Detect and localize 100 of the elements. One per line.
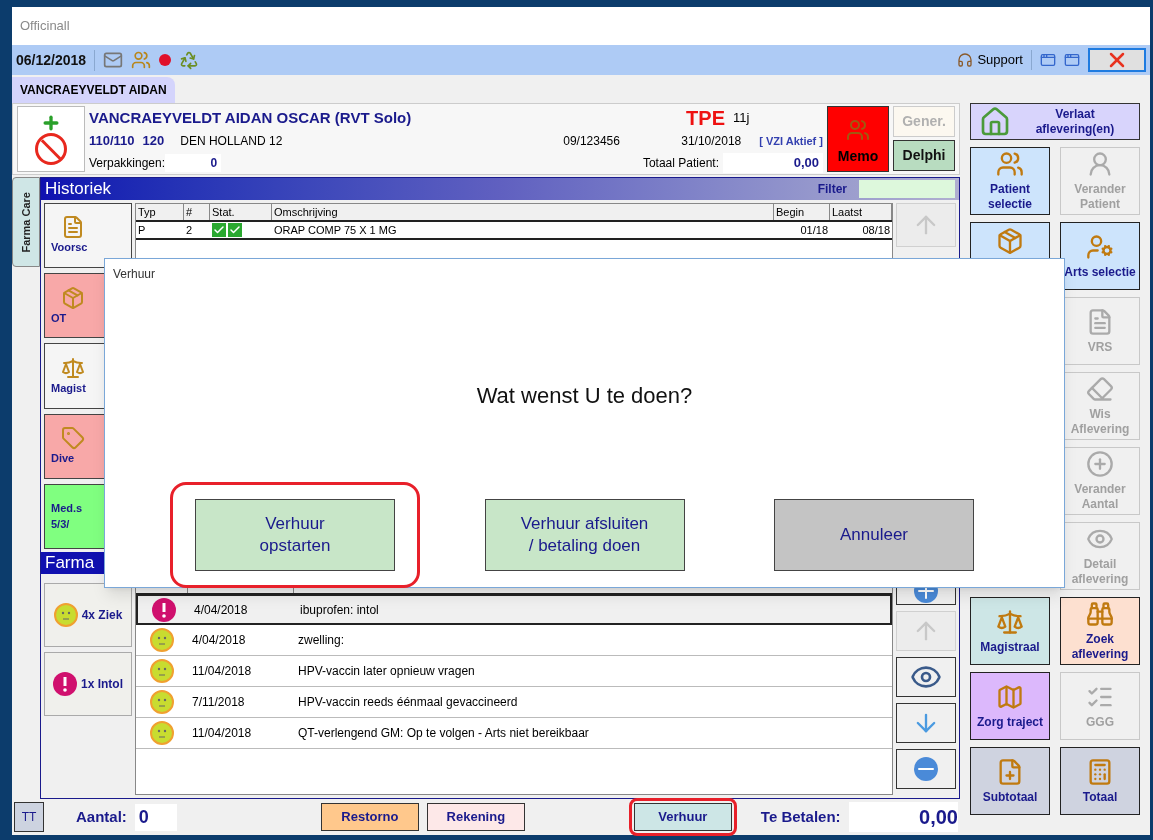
- tile-button[interactable]: Patient selectie: [970, 147, 1050, 215]
- description-cell-text: HPV-vaccin reeds éénmaal gevaccineerd: [297, 694, 519, 711]
- packages-label: Verpakkingen:: [89, 155, 166, 172]
- tile-button[interactable]: Totaal: [1060, 747, 1140, 815]
- dialog-question: Wat wenst U te doen?: [476, 382, 693, 410]
- filter-label: Filter: [817, 181, 848, 198]
- footer-button[interactable]: Rekening: [426, 803, 525, 831]
- people-icon: [846, 118, 870, 142]
- table-cell-text: ORAP COMP 75 X 1 MG: [273, 223, 398, 238]
- column-header[interactable]: Laatst: [830, 204, 892, 220]
- description-cell-text: zwelling:: [297, 632, 346, 649]
- leave-button[interactable]: Verlaat aflevering(en): [970, 103, 1140, 140]
- patient-tab[interactable]: VANCRAEYVELDT AIDAN: [12, 77, 175, 103]
- memo-summary-button[interactable]: 4x Ziek: [44, 583, 132, 647]
- packages-value: 0: [165, 154, 222, 172]
- address-label: DEN HOLLAND 12: [180, 133, 284, 150]
- column-header[interactable]: Omschrijving: [272, 204, 774, 220]
- people-icon[interactable]: [131, 50, 152, 70]
- memo-row[interactable]: 4/04/2018 ibuprofen: intol: [136, 594, 892, 625]
- table-cell-text: P: [137, 223, 147, 238]
- date-label: 31/10/2018: [681, 133, 743, 150]
- tile-button[interactable]: Arts selectie: [1060, 222, 1140, 290]
- date-cell-text: 4/04/2018: [193, 601, 249, 619]
- category-icon: [61, 355, 85, 380]
- alert-icon: [152, 597, 176, 622]
- total-label: Totaal Patient:: [642, 155, 720, 172]
- tile-icon: [1086, 375, 1114, 403]
- table-cell-text: 2: [185, 223, 194, 238]
- status-label: [ VZI Aktief ]: [759, 133, 823, 149]
- tile-icon: [1086, 450, 1114, 478]
- memo-row[interactable]: 11/04/2018 HPV-vaccin later opnieuw vragen: [136, 656, 892, 687]
- description-cell-text: ibuprofen: intol: [299, 601, 380, 619]
- column-header[interactable]: Begin: [774, 204, 830, 220]
- column-header[interactable]: Typ: [136, 204, 184, 220]
- column-header[interactable]: #: [184, 204, 210, 220]
- window-icon[interactable]: [1040, 52, 1056, 68]
- category-icon: [61, 425, 85, 450]
- count-label: Aantal:: [76, 806, 127, 827]
- description-cell-text: HPV-vaccin later opnieuw vragen: [297, 663, 476, 680]
- tile-icon: [1086, 600, 1114, 628]
- remove-button[interactable]: [896, 749, 956, 789]
- tt-button[interactable]: TT: [14, 802, 44, 832]
- date-cell-text: 4/04/2018: [191, 632, 247, 649]
- date-cell-text: 11/04/2018: [191, 725, 253, 742]
- pay-value: 0,00: [848, 802, 958, 832]
- tile-button[interactable]: Zoek aflevering: [1060, 597, 1140, 665]
- category-icon: [61, 215, 85, 240]
- record-icon[interactable]: [159, 54, 172, 66]
- memo-row[interactable]: 11/04/2018 QT-verlengend GM: Op te volgen - Arts niet bereikbaar: [136, 718, 892, 749]
- footer-button[interactable]: Verhuur: [633, 803, 732, 831]
- smiley-icon: [53, 603, 78, 627]
- memo-summary-button[interactable]: 1x Intol: [44, 652, 132, 716]
- dialog-button[interactable]: Verhuur afsluiten / betaling doen: [484, 499, 685, 571]
- smiley-icon: [150, 659, 174, 683]
- column-header[interactable]: Stat.: [210, 204, 272, 220]
- envelope-icon[interactable]: [103, 50, 124, 70]
- category-button[interactable]: Voorsc: [44, 203, 132, 269]
- section-title: Historiek: [44, 178, 113, 201]
- footer-button[interactable]: Restorno: [320, 803, 419, 831]
- category-icon: [61, 285, 85, 310]
- memo-row[interactable]: 7/11/2018 HPV-vaccin reeds éénmaal gevaccineerd: [136, 687, 892, 718]
- down-button[interactable]: [896, 703, 956, 743]
- smiley-icon: [150, 690, 174, 714]
- header-button[interactable]: Delphi: [893, 140, 955, 171]
- support-button[interactable]: Support: [957, 50, 1032, 70]
- memo-button[interactable]: Memo: [827, 106, 889, 172]
- recycle-icon[interactable]: [179, 50, 200, 70]
- date-cell-text: 7/11/2018: [191, 694, 246, 711]
- code-label: 120: [142, 132, 165, 151]
- table-cell-text: 01/18: [799, 223, 829, 238]
- patient-name: VANCRAEYVELDT AIDAN OSCAR (RVT Solo): [89, 107, 413, 128]
- side-tab[interactable]: Farma Care: [12, 177, 40, 267]
- no-entry-house-icon: [17, 106, 85, 172]
- tile-icon: [996, 607, 1024, 636]
- view-button[interactable]: [896, 657, 956, 697]
- tile-button[interactable]: Magistraal: [970, 597, 1050, 665]
- dialog-button[interactable]: Verhuur opstarten: [195, 499, 395, 571]
- description-cell-text: QT-verlengend GM: Op te volgen - Arts niet bereikbaar: [297, 725, 590, 742]
- minus-icon: [914, 757, 938, 781]
- filter-field[interactable]: [859, 180, 955, 198]
- total-value: 0,00: [723, 153, 823, 173]
- dialog-button[interactable]: Annuleer: [774, 499, 974, 571]
- memo-row[interactable]: 4/04/2018 zwelling:: [136, 625, 892, 656]
- section-title: Farma: [44, 552, 95, 575]
- smiley-icon: [150, 721, 174, 745]
- tile-icon: [996, 227, 1024, 255]
- tile-icon: [1086, 232, 1114, 261]
- close-button[interactable]: [1088, 48, 1146, 72]
- tile-button[interactable]: Subtotaal: [970, 747, 1050, 815]
- smiley-icon: [150, 628, 174, 652]
- pay-label: Te Betalen:: [760, 806, 841, 827]
- tile-button[interactable]: Zorg traject: [970, 672, 1050, 740]
- number-label: 09/123456: [563, 133, 621, 150]
- window-icon[interactable]: [1064, 52, 1080, 68]
- date-cell-text: 11/04/2018: [191, 663, 253, 680]
- house-icon: [979, 105, 1011, 138]
- alert-icon: [53, 672, 77, 696]
- tile-icon: [996, 150, 1024, 178]
- age-label: 11j: [733, 109, 751, 128]
- window-title: Officinall: [20, 17, 70, 36]
